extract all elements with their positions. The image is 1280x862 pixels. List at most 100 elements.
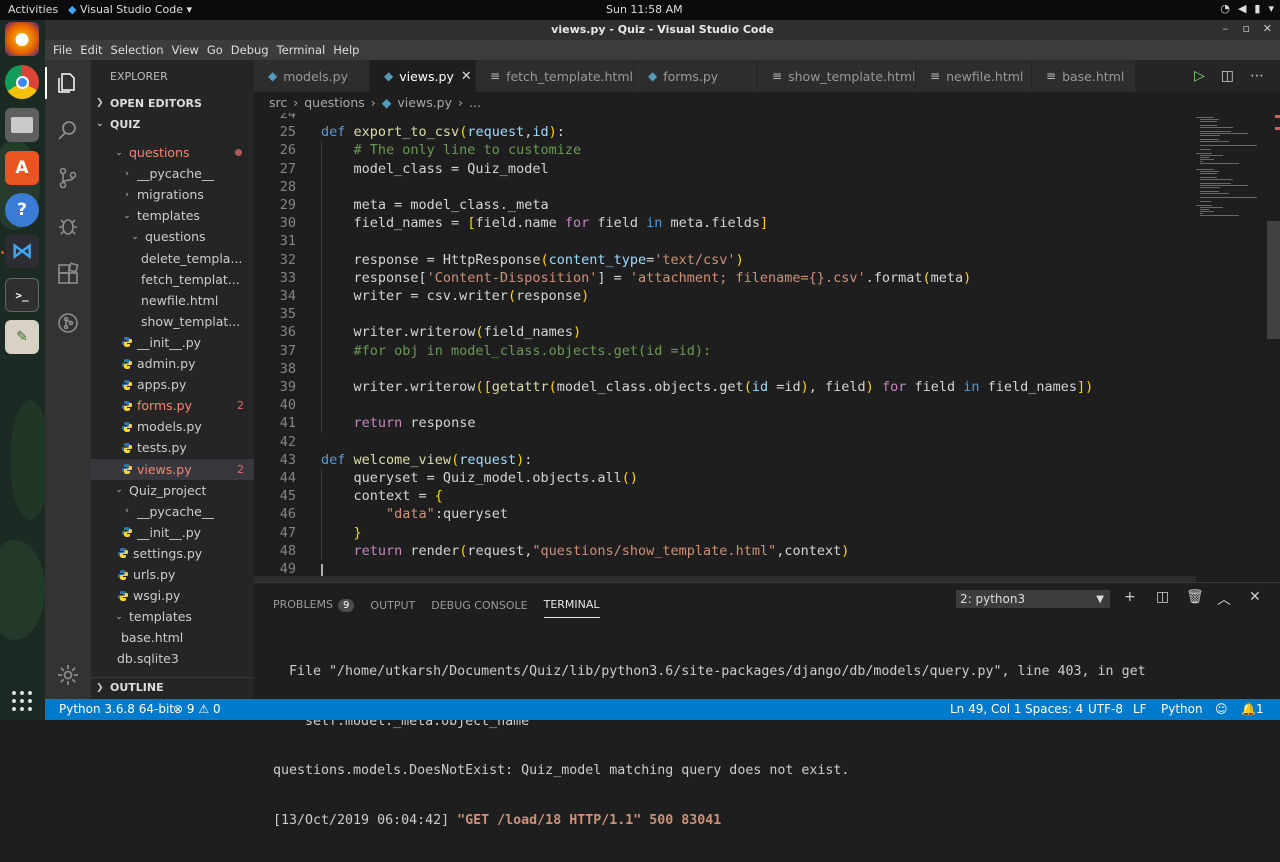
- search-icon[interactable]: [53, 115, 83, 145]
- help-icon[interactable]: ?: [5, 193, 39, 227]
- close-panel-icon[interactable]: ✕: [1249, 589, 1261, 605]
- breadcrumb-src[interactable]: src: [269, 95, 287, 110]
- tree-file[interactable]: fetch_templat...: [91, 269, 254, 290]
- editor-tab[interactable]: ≡ show_template.html: [758, 60, 916, 92]
- tab-terminal[interactable]: TERMINAL: [543, 598, 600, 618]
- more-actions-icon[interactable]: ⋯: [1250, 68, 1264, 84]
- tree-folder[interactable]: › migrations: [91, 184, 254, 205]
- outline-section[interactable]: ❯ OUTLINE: [91, 677, 254, 697]
- tree-file[interactable]: settings.py: [91, 543, 254, 564]
- editor-tab[interactable]: ◆ models.py: [254, 60, 370, 92]
- menu-file[interactable]: File: [49, 43, 76, 57]
- menu-go[interactable]: Go: [203, 43, 227, 57]
- cursor-position[interactable]: Ln 49, Col 1: [950, 702, 1022, 716]
- new-terminal-icon[interactable]: +: [1124, 589, 1136, 605]
- editor-tab[interactable]: ≡ newfile.html: [916, 60, 1032, 92]
- clock[interactable]: Sun 11:58 AM: [606, 3, 683, 16]
- explorer-icon[interactable]: [53, 68, 83, 98]
- tree-file[interactable]: apps.py: [91, 374, 254, 395]
- split-terminal-icon[interactable]: ◫: [1156, 589, 1169, 605]
- tree-folder[interactable]: ⌄ templates: [91, 606, 254, 627]
- menu-selection[interactable]: Selection: [107, 43, 168, 57]
- git-history-icon[interactable]: [53, 308, 83, 338]
- python-interpreter[interactable]: Python 3.6.8 64-bit: [59, 702, 174, 716]
- vscode-icon[interactable]: ⋈: [5, 234, 39, 268]
- debug-icon[interactable]: [53, 211, 83, 241]
- menu-debug[interactable]: Debug: [227, 43, 273, 57]
- trash-icon[interactable]: 🗑: [1186, 589, 1204, 605]
- tree-folder[interactable]: › __pycache__: [91, 501, 254, 522]
- encoding[interactable]: UTF-8: [1088, 702, 1123, 716]
- chevron-up-icon[interactable]: ︿: [1217, 589, 1231, 609]
- indentation[interactable]: Spaces: 4: [1025, 702, 1083, 716]
- app-menu[interactable]: ◆ Visual Studio Code ▾: [68, 3, 192, 16]
- software-center-icon[interactable]: A: [5, 151, 39, 185]
- line-ending[interactable]: LF: [1133, 702, 1147, 716]
- tree-file[interactable]: urls.py: [91, 564, 254, 585]
- tab-problems[interactable]: PROBLEMS 9: [273, 598, 355, 612]
- breadcrumb-file[interactable]: views.py: [397, 95, 452, 110]
- tree-file[interactable]: forms.py 2: [91, 395, 254, 416]
- editor-tab[interactable]: ◆ views.py ✕: [370, 60, 476, 92]
- notifications[interactable]: 🔔1: [1241, 702, 1264, 716]
- activities-button[interactable]: Activities: [8, 3, 58, 16]
- close-tab-icon[interactable]: ✕: [461, 69, 472, 84]
- tree-folder[interactable]: › __pycache__: [91, 163, 254, 184]
- tree-folder[interactable]: ⌄ templates: [91, 205, 254, 226]
- tree-file[interactable]: base.html: [91, 627, 254, 648]
- editor-vertical-scrollbar[interactable]: [1266, 113, 1280, 582]
- tree-file[interactable]: tests.py: [91, 437, 254, 458]
- editor-tab[interactable]: ≡ base.html: [1032, 60, 1136, 92]
- tree-file[interactable]: db.sqlite3: [91, 648, 254, 669]
- minimap-line: [1200, 207, 1224, 208]
- maximize-icon[interactable]: ▫: [1243, 22, 1250, 35]
- menu-help[interactable]: Help: [329, 43, 363, 57]
- editor-tab[interactable]: ≡ fetch_template.html: [476, 60, 634, 92]
- breadcrumb-questions[interactable]: questions: [304, 95, 365, 110]
- close-window-icon[interactable]: ✕: [1263, 22, 1272, 35]
- show-applications-icon[interactable]: [5, 684, 39, 718]
- tree-file[interactable]: wsgi.py: [91, 585, 254, 606]
- settings-gear-icon[interactable]: [53, 660, 83, 690]
- menu-view[interactable]: View: [168, 43, 203, 57]
- minimize-icon[interactable]: –: [1223, 22, 1229, 35]
- problems-status[interactable]: ⊗ 9 ⚠ 0: [173, 702, 221, 716]
- code-editor[interactable]: 24 25 def export_to_csv(request,id): 26 # T…: [254, 113, 1266, 582]
- tree-file[interactable]: views.py 2: [91, 458, 254, 480]
- project-section[interactable]: ⌄ QUIZ: [91, 114, 254, 134]
- feedback-icon[interactable]: ☺: [1215, 702, 1228, 716]
- terminal-output[interactable]: File "/home/utkarsh/Documents/Quiz/lib/p…: [273, 631, 1146, 862]
- tree-file[interactable]: __init__.py: [91, 332, 254, 353]
- tree-file[interactable]: __init__.py: [91, 522, 254, 543]
- breadcrumb-more[interactable]: ...: [469, 95, 481, 110]
- language-mode[interactable]: Python: [1161, 702, 1203, 716]
- scrollbar-thumb[interactable]: [1267, 221, 1280, 339]
- split-editor-icon[interactable]: ◫: [1221, 68, 1234, 84]
- extensions-icon[interactable]: [53, 259, 83, 289]
- image-viewer-icon[interactable]: ✎: [5, 320, 39, 354]
- minimap[interactable]: [1196, 113, 1266, 223]
- tree-folder[interactable]: ⌄ questions: [91, 226, 254, 247]
- system-tray[interactable]: ◔ ◀ ▮ ▾: [1220, 2, 1274, 15]
- html-file-icon: ≡: [1046, 69, 1057, 83]
- open-editors-section[interactable]: ❯ OPEN EDITORS: [91, 93, 254, 113]
- tree-folder[interactable]: ⌄ Quiz_project: [91, 480, 254, 501]
- chrome-icon[interactable]: [5, 65, 39, 99]
- tree-file[interactable]: delete_templa...: [91, 248, 254, 269]
- tree-folder[interactable]: ⌄ questions: [91, 142, 254, 163]
- tree-file[interactable]: models.py: [91, 416, 254, 437]
- editor-tab[interactable]: ◆ forms.py: [634, 60, 758, 92]
- menu-terminal[interactable]: Terminal: [273, 43, 330, 57]
- tree-file[interactable]: show_templat...: [91, 311, 254, 332]
- source-control-icon[interactable]: [53, 163, 83, 193]
- tab-debug-console[interactable]: DEBUG CONSOLE: [431, 599, 527, 612]
- terminal-icon[interactable]: >_: [5, 278, 39, 312]
- run-icon[interactable]: ▷: [1194, 68, 1205, 84]
- terminal-select[interactable]: 2: python3 ▼: [956, 590, 1110, 608]
- firefox-icon[interactable]: ●: [5, 22, 39, 56]
- files-icon[interactable]: [5, 108, 39, 142]
- tree-file[interactable]: newfile.html: [91, 290, 254, 311]
- tab-output[interactable]: OUTPUT: [370, 599, 415, 612]
- menu-edit[interactable]: Edit: [76, 43, 106, 57]
- tree-file[interactable]: admin.py: [91, 353, 254, 374]
